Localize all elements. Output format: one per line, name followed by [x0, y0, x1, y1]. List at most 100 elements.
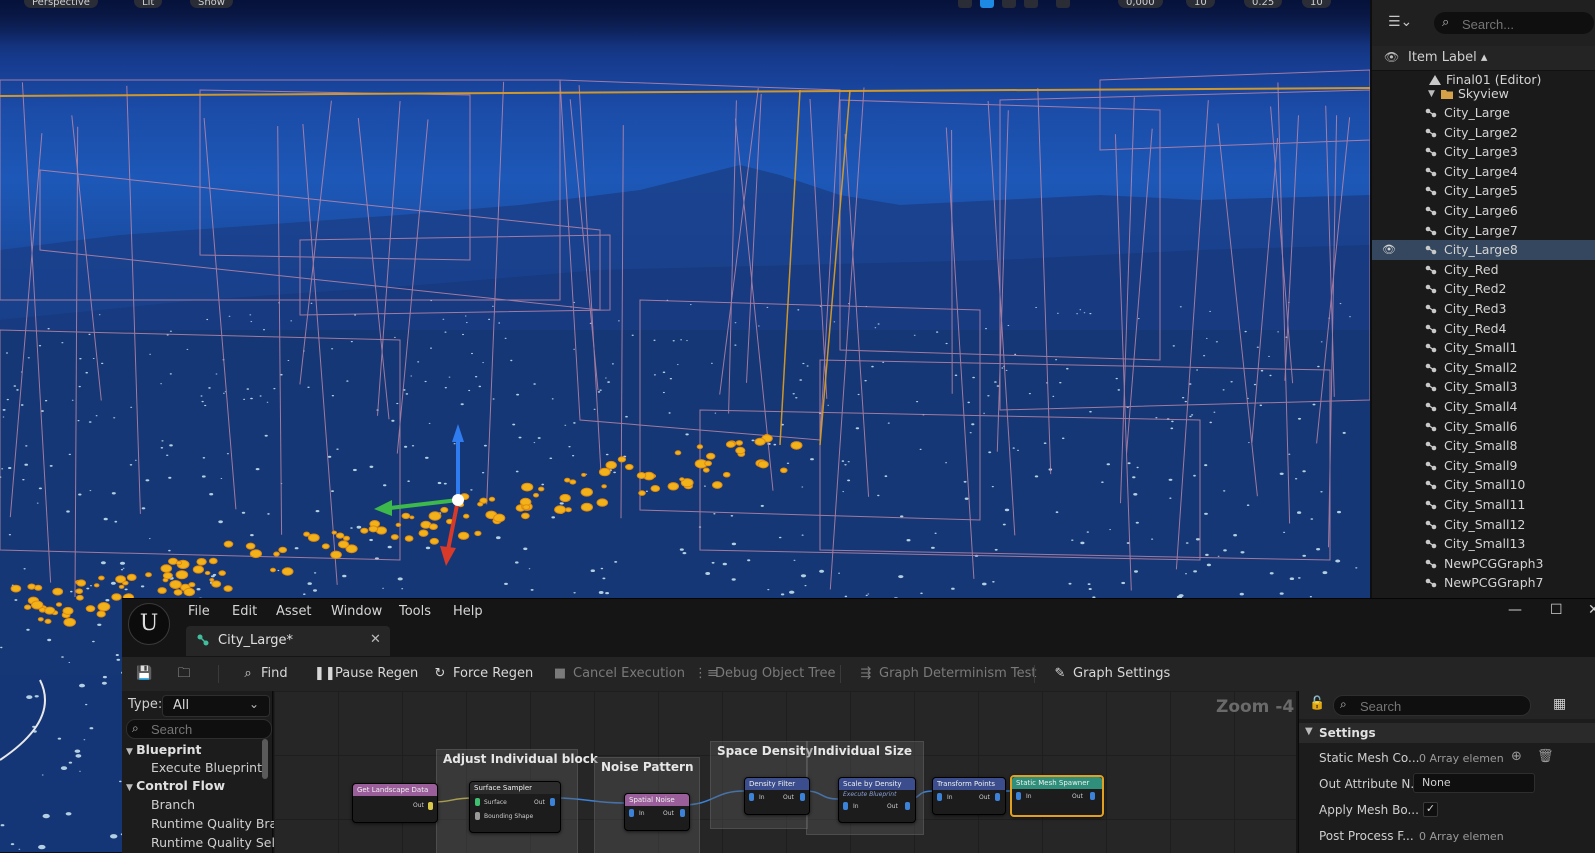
input-pin-icon[interactable] — [749, 793, 754, 801]
scale-snap-value[interactable]: 0.25 — [1244, 0, 1283, 8]
outliner-search-input[interactable] — [1460, 14, 1592, 34]
unreal-logo-icon[interactable]: U — [128, 603, 170, 645]
palette-scrollbar[interactable] — [262, 739, 268, 779]
outliner-row-item[interactable]: City_Large7 — [1372, 221, 1595, 241]
outliner-row-item[interactable]: City_Small8 — [1372, 436, 1595, 456]
palette-category-blueprint[interactable]: ▼ Blueprint — [126, 742, 202, 757]
input-pin-icon[interactable] — [475, 798, 480, 806]
item-label-column[interactable]: Item Label ▴ — [1408, 50, 1487, 65]
menu-help[interactable]: Help — [453, 604, 483, 619]
palette-item-branch[interactable]: Branch — [151, 797, 195, 812]
outliner-row-item[interactable]: City_Large — [1372, 103, 1595, 123]
find-button[interactable]: ⌕ Find — [240, 662, 287, 686]
output-pin-icon[interactable] — [905, 802, 910, 810]
perspective-button[interactable]: Perspective — [24, 0, 98, 8]
menu-window[interactable]: Window — [331, 604, 382, 619]
chevron-down-icon[interactable]: ▼ — [1428, 84, 1435, 104]
graph-determinism-test-button[interactable]: ⇶ Graph Determinism Test — [858, 662, 1037, 686]
translate-tool-icon[interactable] — [980, 0, 994, 8]
property-matrix-icon[interactable]: ▦ — [1553, 696, 1566, 712]
minimize-icon[interactable]: — — [1508, 602, 1522, 618]
output-pin-icon[interactable] — [680, 809, 685, 817]
outliner-row-item[interactable]: City_Large4 — [1372, 162, 1595, 182]
close-icon[interactable]: ✕ — [1588, 602, 1595, 618]
outliner-row-folder[interactable]: ▼ Skyview — [1372, 84, 1595, 104]
node-surface-sampler[interactable]: Surface Sampler Surface Bounding Shape O… — [469, 781, 561, 833]
outliner-row-item[interactable]: City_Small1 — [1372, 338, 1595, 358]
menu-asset[interactable]: Asset — [276, 604, 312, 619]
outliner-row-item[interactable]: City_Small12 — [1372, 515, 1595, 535]
outliner-row-item[interactable]: City_Small2 — [1372, 358, 1595, 378]
input-pin-icon[interactable] — [843, 802, 848, 810]
browse-icon[interactable]: 🗀 — [176, 662, 197, 686]
show-button[interactable]: Show — [190, 0, 233, 8]
palette-item-runtime-quality-branch[interactable]: Runtime Quality Bra — [151, 816, 277, 831]
cancel-execution-button[interactable]: ■ Cancel Execution — [552, 662, 685, 686]
scale-tool-icon[interactable] — [1024, 0, 1038, 8]
palette-search[interactable]: ⌕ — [126, 719, 272, 739]
tab-city-large[interactable]: City_Large* ✕ — [186, 626, 390, 656]
outliner-row-item[interactable]: City_Small4 — [1372, 397, 1595, 417]
output-pin-icon[interactable] — [550, 798, 555, 806]
outliner-row-item[interactable]: City_Red3 — [1372, 299, 1595, 319]
tab-close-icon[interactable]: ✕ — [370, 632, 381, 647]
visibility-column-icon[interactable]: 👁 — [1384, 50, 1399, 64]
graph-canvas[interactable]: Adjust Individual block Noise Pattern Sp… — [274, 691, 1296, 853]
palette-category-control-flow[interactable]: ▼ Control Flow — [126, 778, 225, 793]
outliner-row-item[interactable]: NewPCGGraph3 — [1372, 554, 1595, 574]
outliner-row-item[interactable]: City_Small9 — [1372, 456, 1595, 476]
outliner-row-item[interactable]: City_Large6 — [1372, 201, 1595, 221]
lock-icon[interactable]: 🔓 — [1309, 696, 1325, 711]
outliner-row-item[interactable]: City_Small6 — [1372, 417, 1595, 437]
outliner-row-item[interactable]: 👁 City_Large8 — [1372, 240, 1595, 261]
outliner-row-item[interactable]: City_Large3 — [1372, 142, 1595, 162]
details-search-input[interactable] — [1358, 697, 1522, 715]
input-pin-icon[interactable] — [1016, 792, 1021, 800]
outliner-row-item[interactable]: City_Red4 — [1372, 319, 1595, 339]
out-attribute-name-field[interactable]: None — [1413, 773, 1535, 793]
trash-icon[interactable]: 🗑 — [1537, 749, 1554, 764]
outliner-row-item[interactable]: City_Red — [1372, 260, 1595, 280]
outliner-row-item[interactable]: City_Small13 — [1372, 534, 1595, 554]
node-density-filter[interactable]: Density Filter In Out — [744, 777, 810, 815]
outliner-search[interactable]: ⌕ — [1434, 12, 1594, 34]
add-element-icon[interactable]: ⊕ — [1511, 749, 1522, 764]
palette-item-runtime-quality-select[interactable]: Runtime Quality Sel — [151, 835, 275, 850]
outliner-row-item[interactable]: City_Small3 — [1372, 377, 1595, 397]
world-space-icon[interactable] — [1056, 0, 1070, 8]
pause-regen-button[interactable]: ❚❚Pause Regen — [314, 662, 418, 686]
outliner-row-item[interactable]: City_Large5 — [1372, 181, 1595, 201]
menu-file[interactable]: File — [188, 604, 210, 619]
settings-section-header[interactable]: ▼ Settings — [1299, 723, 1595, 743]
node-spatial-noise[interactable]: Spatial Noise In Out — [624, 793, 690, 831]
filter-icon[interactable]: ☰⌄ — [1388, 14, 1412, 30]
palette-item-execute-blueprint[interactable]: Execute Blueprint — [151, 760, 262, 775]
input-pin-icon[interactable] — [629, 809, 634, 817]
input-pin-icon[interactable] — [937, 793, 942, 801]
output-pin-icon[interactable] — [1090, 792, 1095, 800]
outliner-row-item[interactable]: City_Red2 — [1372, 279, 1595, 299]
details-search[interactable]: ⌕ — [1333, 695, 1531, 716]
maximize-icon[interactable]: ☐ — [1550, 602, 1563, 618]
rotation-snap-value[interactable]: 10 — [1186, 0, 1215, 8]
type-dropdown[interactable]: All ⌄ — [162, 695, 270, 717]
outliner-row-item[interactable]: NewPCGGraph7 — [1372, 573, 1595, 593]
outliner-row-item[interactable]: City_Small11 — [1372, 495, 1595, 515]
node-scale-by-density[interactable]: Scale by Density Execute Blueprint In Ou… — [838, 777, 916, 823]
output-pin-icon[interactable] — [995, 793, 1000, 801]
palette-search-input[interactable] — [149, 721, 269, 738]
apply-mesh-bounds-checkbox[interactable]: ✓ — [1423, 802, 1438, 817]
output-pin-icon[interactable] — [800, 793, 805, 801]
input-pin-icon[interactable] — [475, 812, 480, 820]
node-static-mesh-spawner[interactable]: Static Mesh Spawner In Out — [1010, 775, 1104, 817]
visibility-eye-icon[interactable]: 👁 — [1382, 240, 1396, 260]
output-pin-icon[interactable] — [428, 802, 433, 810]
debug-object-tree-button[interactable]: ⋮≡Debug Object Tree — [694, 662, 835, 686]
camera-speed-value[interactable]: 10 — [1302, 0, 1331, 8]
graph-settings-button[interactable]: ✎ Graph Settings — [1052, 662, 1171, 686]
node-transform-points[interactable]: Transform Points In Out — [932, 777, 1006, 815]
force-regen-button[interactable]: ↻ Force Regen — [432, 662, 534, 686]
menu-tools[interactable]: Tools — [399, 604, 431, 619]
node-get-landscape-data[interactable]: Get Landscape Data Out — [352, 783, 438, 823]
save-icon[interactable]: 💾 — [136, 662, 157, 686]
